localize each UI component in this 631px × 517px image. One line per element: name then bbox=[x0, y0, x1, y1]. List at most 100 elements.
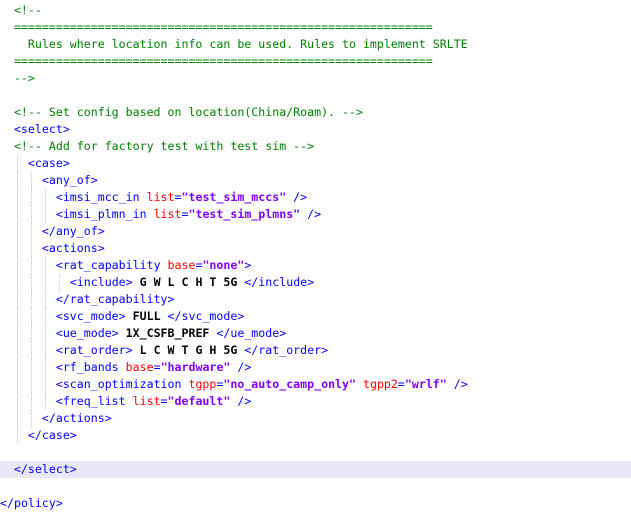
code-token: 1X_CSFB_PREF bbox=[118, 326, 217, 340]
code-token: G W L C H T 5G bbox=[132, 275, 245, 289]
code-editor[interactable]: <!-- ====================================… bbox=[0, 0, 631, 517]
line-comment-open[interactable]: <!-- bbox=[0, 2, 631, 19]
line-comment-title[interactable]: Rules where location info can be used. R… bbox=[0, 36, 631, 53]
code-token: = bbox=[160, 394, 168, 408]
line-actions-open[interactable]: <actions> bbox=[0, 240, 631, 257]
code-token: <case> bbox=[27, 156, 70, 170]
indent-guide bbox=[30, 206, 32, 223]
indent-guide bbox=[44, 342, 46, 359]
indent-guide bbox=[16, 308, 18, 325]
code-token: /> bbox=[230, 394, 252, 408]
code-token: = bbox=[153, 360, 161, 374]
code-token: base bbox=[125, 360, 154, 374]
code-token: /> bbox=[300, 207, 322, 221]
line-case-close[interactable]: </case> bbox=[0, 427, 631, 444]
code-token: <rat_capability bbox=[55, 258, 168, 272]
indent-guide bbox=[44, 359, 46, 376]
indent-guide bbox=[16, 155, 18, 172]
indent-guide bbox=[30, 223, 32, 240]
indent-guide bbox=[16, 393, 18, 410]
indent-guide bbox=[30, 308, 32, 325]
code-token: /> bbox=[286, 190, 308, 204]
indent-guide bbox=[30, 172, 32, 189]
code-token: = bbox=[174, 190, 182, 204]
line-rf-bands[interactable]: <rf_bands base="hardware" /> bbox=[0, 359, 631, 376]
indent-guide bbox=[30, 376, 32, 393]
indent-guide bbox=[30, 291, 32, 308]
indent-guide bbox=[44, 308, 46, 325]
indent-guide bbox=[44, 257, 46, 274]
line-ue-mode[interactable]: <ue_mode> 1X_CSFB_PREF </ue_mode> bbox=[0, 325, 631, 342]
code-token: <any_of> bbox=[41, 173, 98, 187]
code-token: --> bbox=[13, 71, 35, 85]
indent-guide bbox=[16, 223, 18, 240]
line-comment-factory[interactable]: <!-- Add for factory test with test sim … bbox=[0, 138, 631, 155]
line-comment-close[interactable]: --> bbox=[0, 70, 631, 87]
line-blank-3[interactable] bbox=[0, 478, 631, 495]
code-token: <scan_optimization bbox=[55, 377, 189, 391]
line-blank-2[interactable] bbox=[0, 444, 631, 461]
code-token: <svc_mode> bbox=[55, 309, 126, 323]
line-comment-location[interactable]: <!-- Set config based on location(China/… bbox=[0, 104, 631, 121]
code-token: </select> bbox=[13, 462, 77, 476]
indent-guide bbox=[30, 359, 32, 376]
code-token: base bbox=[167, 258, 196, 272]
code-token: <!-- Set config based on location(China/… bbox=[13, 105, 363, 119]
code-token: <!-- Add for factory test with test sim … bbox=[13, 139, 315, 153]
line-comment-rule-top[interactable]: ========================================… bbox=[0, 19, 631, 36]
code-token: </any_of> bbox=[41, 224, 105, 238]
code-token: tgpp2 bbox=[362, 377, 398, 391]
indent-guide bbox=[30, 189, 32, 206]
code-token: </actions> bbox=[41, 411, 112, 425]
line-select-open[interactable]: <select> bbox=[0, 121, 631, 138]
code-token: ========================================… bbox=[13, 20, 433, 34]
line-any-of-close[interactable]: </any_of> bbox=[0, 223, 631, 240]
indent-guide bbox=[30, 410, 32, 427]
line-scan-optimization[interactable]: <scan_optimization tgpp = "no_auto_camp_on… bbox=[0, 376, 631, 393]
line-imsi-plmn-in[interactable]: <imsi_plmn_in list="test_sim_plmns" /> bbox=[0, 206, 631, 223]
code-token: list bbox=[153, 207, 182, 221]
code-token: L C W T G H 5G bbox=[132, 343, 245, 357]
code-token: <include> bbox=[69, 275, 133, 289]
code-token: <select> bbox=[13, 122, 70, 136]
indent-guide bbox=[16, 206, 18, 223]
indent-guide bbox=[30, 325, 32, 342]
indent-guide bbox=[58, 274, 60, 291]
code-token: > bbox=[244, 258, 252, 272]
code-token: <actions> bbox=[41, 241, 105, 255]
code-token: "wrlf" bbox=[404, 377, 447, 391]
code-token: "test_sim_plmns" bbox=[188, 207, 301, 221]
line-actions-close[interactable]: </actions> bbox=[0, 410, 631, 427]
line-policy-close[interactable]: </policy> bbox=[0, 495, 631, 512]
code-token: Rules where location info can be used. R… bbox=[13, 37, 468, 51]
code-token: FULL bbox=[125, 309, 168, 323]
line-rat-capability-open[interactable]: <rat_capability base="none"> bbox=[0, 257, 631, 274]
code-token: </rat_capability> bbox=[55, 292, 175, 306]
line-include[interactable]: <include> G W L C H T 5G </include> bbox=[0, 274, 631, 291]
indent-guide bbox=[44, 189, 46, 206]
indent-guide bbox=[30, 240, 32, 257]
line-rat-capability-close[interactable]: </rat_capability> bbox=[0, 291, 631, 308]
indent-guide bbox=[16, 427, 18, 444]
indent-guide bbox=[16, 172, 18, 189]
line-blank-1[interactable] bbox=[0, 87, 631, 104]
line-any-of-open[interactable]: <any_of> bbox=[0, 172, 631, 189]
line-svc-mode[interactable]: <svc_mode> FULL </svc_mode> bbox=[0, 308, 631, 325]
code-token: list bbox=[146, 190, 175, 204]
indent-guide bbox=[16, 257, 18, 274]
code-token: tgpp bbox=[188, 377, 217, 391]
indent-guide bbox=[44, 274, 46, 291]
line-rat-order[interactable]: <rat_order> L C W T G H 5G </rat_order> bbox=[0, 342, 631, 359]
indent-guide bbox=[16, 291, 18, 308]
code-token: <freq_list bbox=[55, 394, 133, 408]
line-freq-list[interactable]: <freq_list list="default" /> bbox=[0, 393, 631, 410]
indent-guide bbox=[30, 274, 32, 291]
line-comment-rule-bottom[interactable]: ========================================… bbox=[0, 53, 631, 70]
line-case-open[interactable]: <case> bbox=[0, 155, 631, 172]
indent-guide bbox=[16, 376, 18, 393]
line-select-close[interactable]: </select> bbox=[0, 461, 631, 478]
code-token: /> bbox=[230, 360, 252, 374]
line-imsi-mcc-in[interactable]: <imsi_mcc_in list="test_sim_mccs" /> bbox=[0, 189, 631, 206]
indent-guide bbox=[44, 325, 46, 342]
code-token: "test_sim_mccs" bbox=[181, 190, 287, 204]
